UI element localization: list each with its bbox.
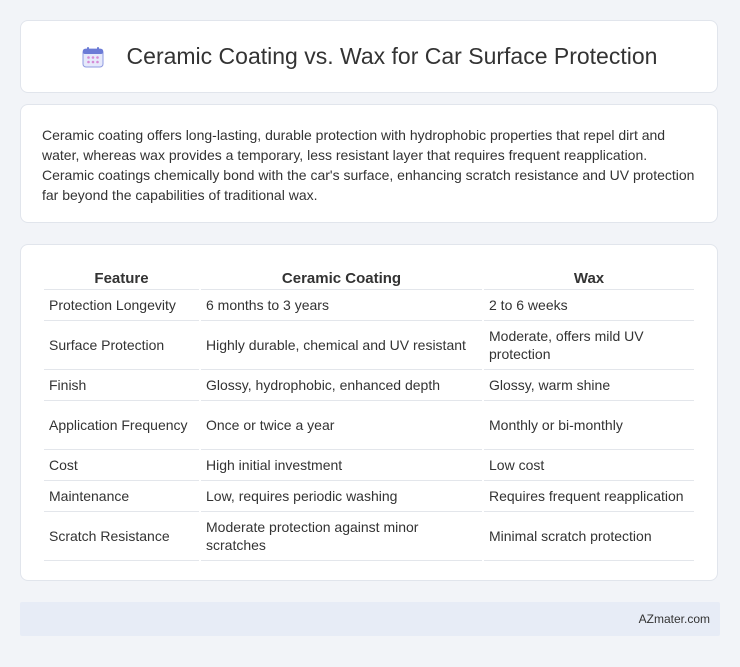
comparison-table-card: Feature Ceramic Coating Wax Protection L… — [20, 244, 718, 581]
ceramic-coating-cell: Once or twice a year — [201, 401, 482, 450]
feature-cell: Maintenance — [44, 481, 199, 512]
table-row: Surface Protection Highly durable, chemi… — [44, 321, 694, 370]
feature-cell: Scratch Resistance — [44, 512, 199, 561]
wax-cell: Monthly or bi-monthly — [484, 401, 694, 450]
feature-cell: Finish — [44, 370, 199, 401]
comparison-table: Feature Ceramic Coating Wax Protection L… — [42, 263, 696, 561]
ceramic-coating-cell: Glossy, hydrophobic, enhanced depth — [201, 370, 482, 401]
ceramic-coating-cell: Low, requires periodic washing — [201, 481, 482, 512]
column-header-wax: Wax — [484, 263, 694, 290]
table-row: Application Frequency Once or twice a ye… — [44, 401, 694, 450]
ceramic-coating-cell: 6 months to 3 years — [201, 290, 482, 321]
wax-cell: Glossy, warm shine — [484, 370, 694, 401]
feature-cell: Cost — [44, 450, 199, 481]
feature-cell: Protection Longevity — [44, 290, 199, 321]
table-row: Maintenance Low, requires periodic washi… — [44, 481, 694, 512]
header-card: Ceramic Coating vs. Wax for Car Surface … — [20, 20, 718, 93]
page-title: Ceramic Coating vs. Wax for Car Surface … — [126, 43, 658, 69]
wax-cell: Requires frequent reapplication — [484, 481, 694, 512]
wax-cell: Minimal scratch protection — [484, 512, 694, 561]
table-row: Cost High initial investment Low cost — [44, 450, 694, 481]
summary-card: Ceramic coating offers long-lasting, dur… — [20, 104, 718, 223]
footer-site-link[interactable]: AZmater.com — [639, 612, 710, 626]
table-row: Scratch Resistance Moderate protection a… — [44, 512, 694, 561]
feature-cell: Application Frequency — [44, 401, 199, 450]
table-row: Finish Glossy, hydrophobic, enhanced dep… — [44, 370, 694, 401]
calendar-icon — [81, 45, 105, 69]
summary-text: Ceramic coating offers long-lasting, dur… — [42, 127, 695, 203]
feature-cell: Surface Protection — [44, 321, 199, 370]
column-header-feature: Feature — [44, 263, 199, 290]
table-header-row: Feature Ceramic Coating Wax — [44, 263, 694, 290]
column-header-ceramic-coating: Ceramic Coating — [201, 263, 482, 290]
ceramic-coating-cell: Highly durable, chemical and UV resistan… — [201, 321, 482, 370]
table-row: Protection Longevity 6 months to 3 years… — [44, 290, 694, 321]
ceramic-coating-cell: Moderate protection against minor scratc… — [201, 512, 482, 561]
wax-cell: 2 to 6 weeks — [484, 290, 694, 321]
wax-cell: Low cost — [484, 450, 694, 481]
footer-bar: AZmater.com — [20, 602, 720, 636]
wax-cell: Moderate, offers mild UV protection — [484, 321, 694, 370]
ceramic-coating-cell: High initial investment — [201, 450, 482, 481]
